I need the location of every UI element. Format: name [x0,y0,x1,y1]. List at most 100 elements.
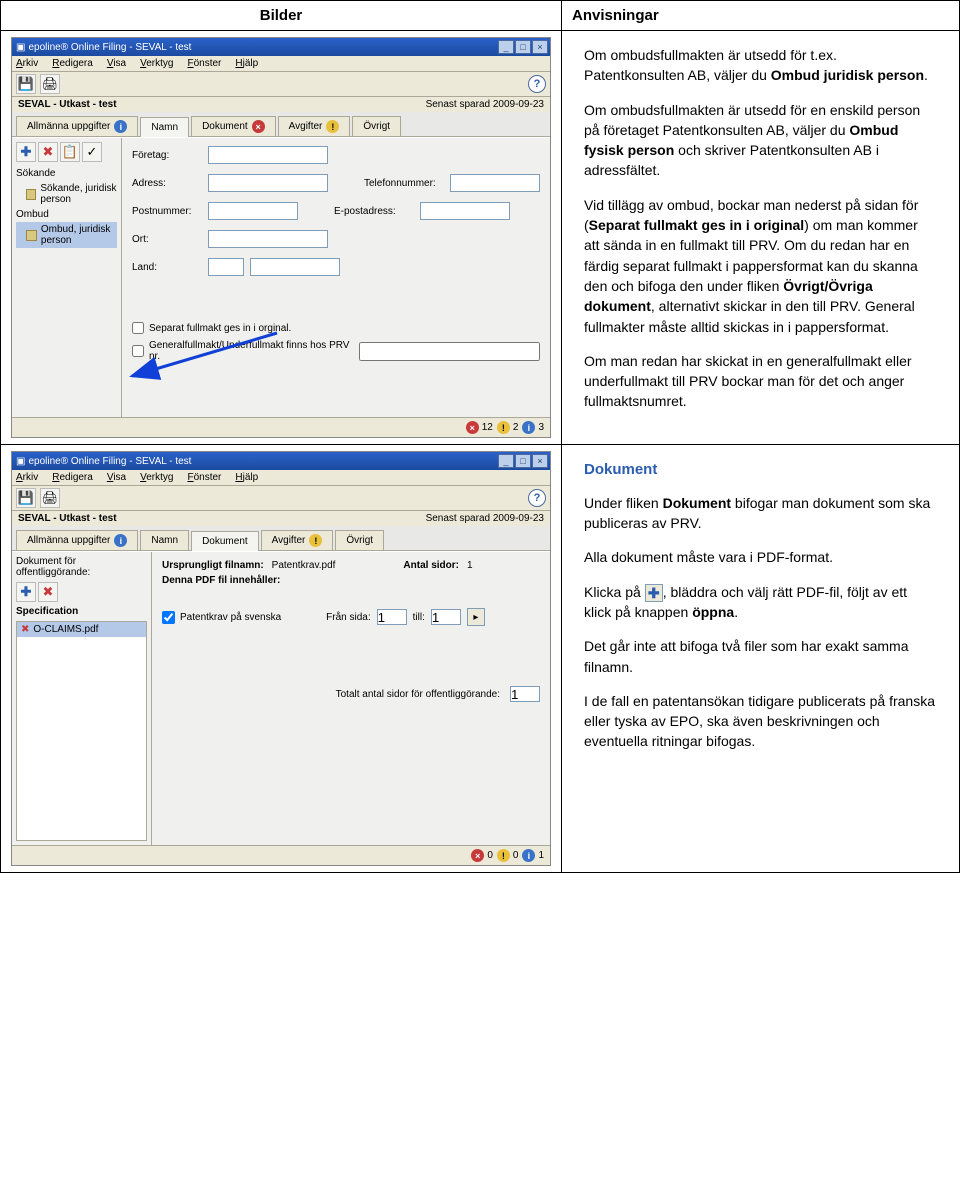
tab-avgifter[interactable]: Avgifter! [261,530,334,550]
delete-button[interactable]: ✖ [38,142,58,162]
input-total-pages[interactable] [510,686,540,702]
last-saved: Senast sparad 2009-09-23 [426,99,544,110]
label-postnummer: Postnummer: [132,206,202,217]
tabs: Allmänna uppgifteri Namn Dokument Avgift… [12,526,550,551]
maximize-button[interactable]: □ [515,454,531,468]
menu-verktyg[interactable]: Verktyg [140,58,173,69]
help-icon[interactable]: ? [528,75,546,93]
menu-verktyg[interactable]: Verktyg [140,472,173,483]
menu-hjalp[interactable]: Hjälp [235,58,258,69]
add-button[interactable]: ✚ [16,582,36,602]
app-icon: ▣ [16,42,25,53]
folder-icon [26,230,37,241]
label-telefon: Telefonnummer: [364,178,444,189]
label-adress: Adress: [132,178,202,189]
input-adress[interactable] [208,174,328,192]
save-icon[interactable]: 💾 [16,488,36,508]
menu-fonster[interactable]: Fönster [187,58,221,69]
input-to-page[interactable] [431,609,461,625]
screenshot-1: ▣ epoline® Online Filing - SEVAL - test … [11,37,551,438]
input-ort[interactable] [208,230,328,248]
input-land-code[interactable] [208,258,244,276]
checkbox-generalfullmakt[interactable] [132,345,144,357]
warn-badge-icon: ! [497,849,510,862]
menubar: Arkiv Redigera Visa Verktyg Fönster Hjäl… [12,470,550,486]
input-telefon[interactable] [450,174,540,192]
folder-icon [26,189,36,200]
input-epost[interactable] [420,202,510,220]
tab-allmanna[interactable]: Allmänna uppgifteri [16,530,138,550]
toolbar: 💾 🖨 ? [12,486,550,511]
side-heading: Dokument för offentliggörande: [16,556,147,578]
checkbox-separat-fullmakt[interactable] [132,322,144,334]
help-icon[interactable]: ? [528,489,546,507]
input-from-page[interactable] [377,609,407,625]
print-icon[interactable]: 🖨 [40,488,60,508]
doc-title: SEVAL - Utkast - test [18,513,117,524]
info-badge-icon: i [114,120,127,133]
statusbar: ×0 !0 i1 [12,845,550,865]
maximize-button[interactable]: □ [515,40,531,54]
minimize-button[interactable]: _ [498,454,514,468]
tab-namn[interactable]: Namn [140,530,189,550]
input-fullmakt-nr[interactable] [359,342,540,361]
close-button[interactable]: × [532,454,548,468]
instructions-2: Dokument Under fliken Dokument bifogar m… [572,451,949,774]
label-land: Land: [132,262,202,273]
tree-group-ombud: Ombud [16,207,117,222]
copy-button[interactable]: 📋 [60,142,80,162]
label-total-pages: Totalt antal sidor för offentliggörande: [336,689,500,700]
close-button[interactable]: × [532,40,548,54]
window-title: epoline® Online Filing - SEVAL - test [28,42,191,53]
menu-fonster[interactable]: Fönster [187,472,221,483]
subtitle-bar: SEVAL - Utkast - test Senast sparad 2009… [12,97,550,112]
menu-arkiv[interactable]: Arkiv [16,58,38,69]
label-page-count: Antal sidor: [403,560,459,571]
add-button[interactable]: ✚ [16,142,36,162]
check-button[interactable]: ✓ [82,142,102,162]
side-panel: Dokument för offentliggörande: ✚ ✖ Speci… [12,552,152,845]
tab-dokument[interactable]: Dokument× [191,116,276,136]
delete-button[interactable]: ✖ [38,582,58,602]
tab-ovrigt[interactable]: Övrigt [352,116,401,136]
titlebar: ▣ epoline® Online Filing - SEVAL - test … [12,38,550,56]
warn-badge-icon: ! [326,120,339,133]
label-patentkrav: Patentkrav på svenska [180,612,281,623]
print-icon[interactable]: 🖨 [40,74,60,94]
info-badge-icon: i [114,534,127,547]
label-foretag: Företag: [132,150,202,161]
tree-group-sokande: Sökande [16,166,117,181]
menu-hjalp[interactable]: Hjälp [235,472,258,483]
screenshot-2: ▣ epoline® Online Filing - SEVAL - test … [11,451,551,866]
label-pdf-contains: Denna PDF fil innehåller: [162,575,540,586]
window-title: epoline® Online Filing - SEVAL - test [28,456,191,467]
toolbar: 💾 🖨 ? [12,72,550,97]
menu-redigera[interactable]: Redigera [52,472,93,483]
list-item[interactable]: ✖ O-CLAIMS.pdf [17,622,146,637]
menu-arkiv[interactable]: Arkiv [16,472,38,483]
save-icon[interactable]: 💾 [16,74,36,94]
menu-redigera[interactable]: Redigera [52,58,93,69]
value-page-count: 1 [467,560,473,571]
input-postnummer[interactable] [208,202,298,220]
menu-visa[interactable]: Visa [107,58,126,69]
group-specification: Specification [16,606,147,617]
page-picker-button[interactable]: ▸ [467,608,485,626]
menu-visa[interactable]: Visa [107,472,126,483]
input-foretag[interactable] [208,146,328,164]
label-generalfullmakt: Generalfullmakt/Underfullmakt finns hos … [149,340,354,362]
tab-ovrigt[interactable]: Övrigt [335,530,384,550]
minimize-button[interactable]: _ [498,40,514,54]
input-land[interactable] [250,258,340,276]
remove-icon[interactable]: ✖ [21,624,29,635]
last-saved: Senast sparad 2009-09-23 [426,513,544,524]
checkbox-patentkrav[interactable] [162,611,175,624]
tab-namn[interactable]: Namn [140,117,189,137]
doc-title: SEVAL - Utkast - test [18,99,117,110]
tab-avgifter[interactable]: Avgifter! [278,116,351,136]
tree-item-ombud[interactable]: Ombud, juridisk person [16,222,117,248]
tab-allmanna[interactable]: Allmänna uppgifteri [16,116,138,136]
tab-dokument[interactable]: Dokument [191,531,259,551]
value-orig-filename: Patentkrav.pdf [272,560,336,571]
tree-item-sokande[interactable]: Sökande, juridisk person [16,181,117,207]
